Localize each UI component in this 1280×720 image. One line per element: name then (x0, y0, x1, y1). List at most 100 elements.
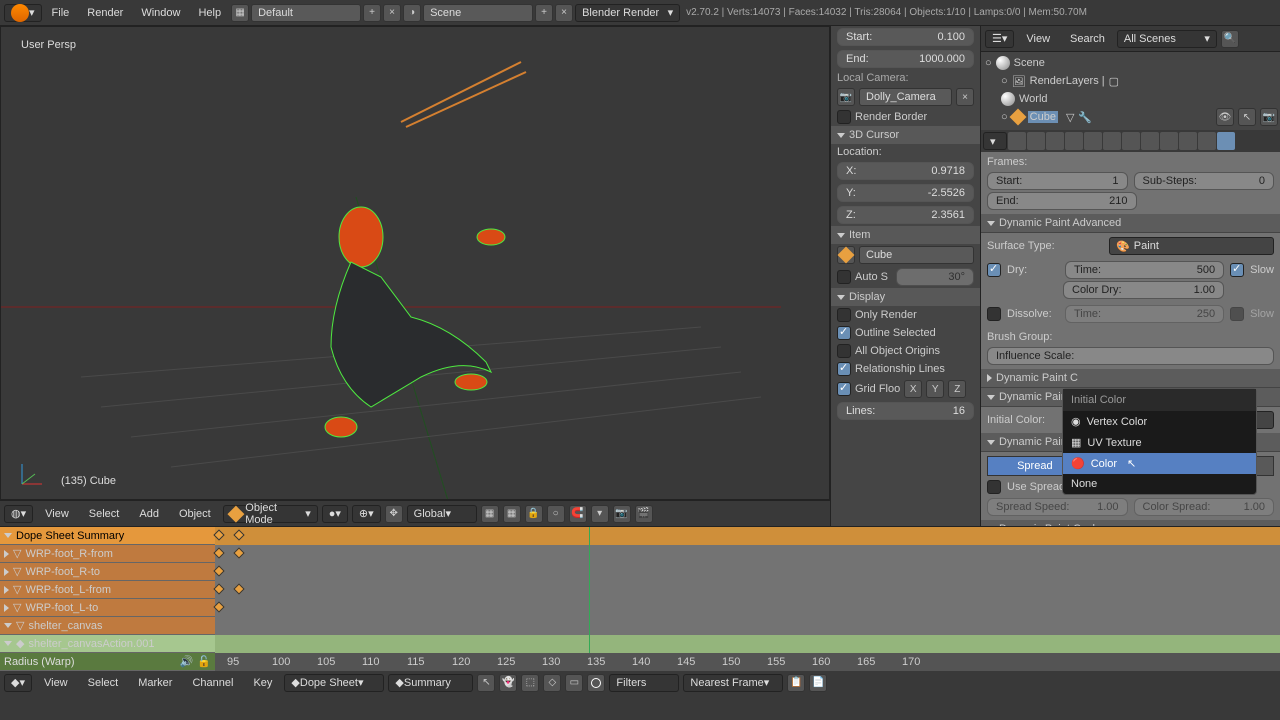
ds-sel-only-icon[interactable]: ↖ (477, 674, 495, 692)
dry-slow-chk[interactable] (1230, 263, 1244, 277)
outliner-type-dd[interactable]: ☰▾ (985, 30, 1014, 48)
tab-world[interactable] (1065, 132, 1083, 150)
menu-window[interactable]: Window (133, 3, 188, 23)
restrict-select-icon[interactable]: ↖ (1238, 108, 1256, 126)
3d-menu-view[interactable]: View (37, 504, 77, 524)
tab-constraints[interactable] (1103, 132, 1121, 150)
dry-chk[interactable] (987, 263, 1001, 277)
grid-lines[interactable]: Lines:16 (837, 402, 974, 420)
ds-group-icon[interactable]: ◇ (543, 674, 561, 692)
outliner-view[interactable]: View (1018, 29, 1058, 49)
tab-renderlayers[interactable] (1027, 132, 1045, 150)
time-ruler[interactable]: 95 100 105 110 115 120 125 130 135 140 1… (215, 653, 1280, 671)
speaker-icon[interactable]: 🔊 (180, 655, 194, 668)
panel-display[interactable]: Display (831, 288, 980, 306)
panel-item[interactable]: Item (831, 226, 980, 244)
outline-chk[interactable] (837, 326, 851, 340)
render-border-chk[interactable] (837, 110, 851, 124)
camera-browse-icon[interactable]: 📷 (837, 88, 855, 106)
3d-viewport[interactable]: User Persp (0, 26, 830, 500)
spread-speed[interactable]: Spread Speed:1.00 (987, 498, 1128, 516)
ds-copy-icon[interactable]: 📋 (787, 674, 805, 692)
cursor-z[interactable]: Z:2.3561 (837, 206, 974, 224)
tab-texture[interactable] (1179, 132, 1197, 150)
panel-dp-output[interactable]: Dynamic Paint C (981, 369, 1280, 388)
menu-help[interactable]: Help (190, 3, 229, 23)
lock-icon[interactable]: 🔓 (197, 655, 211, 668)
origins-chk[interactable] (837, 344, 851, 358)
use-spread-chk[interactable] (987, 480, 1001, 494)
popup-vertex-color[interactable]: ◉Vertex Color (1063, 411, 1256, 432)
menu-file[interactable]: File (44, 3, 78, 23)
opengl-render-icon[interactable]: 📷 (613, 505, 631, 523)
panel-dp-advanced[interactable]: Dynamic Paint Advanced (981, 214, 1280, 233)
tree-renderlayers[interactable]: ○🖼RenderLayers |▢ (983, 72, 1278, 90)
tab-scene[interactable] (1046, 132, 1064, 150)
tab-data[interactable] (1141, 132, 1159, 150)
tree-world[interactable]: World (983, 90, 1278, 108)
autosmooth-chk[interactable] (837, 270, 851, 284)
outliner-search[interactable]: Search (1062, 29, 1113, 49)
color-dry[interactable]: Color Dry:1.00 (1063, 281, 1224, 299)
dissolve-time[interactable]: Time:250 (1065, 305, 1224, 323)
outliner-filter-dd[interactable]: All Scenes▾ (1117, 30, 1217, 48)
local-camera-field[interactable]: Dolly_Camera (859, 88, 952, 106)
ds-editor-dd[interactable]: ◆▾ (4, 674, 32, 692)
3d-menu-object[interactable]: Object (171, 504, 219, 524)
tab-render[interactable] (1008, 132, 1026, 150)
add-layout-icon[interactable]: + (363, 4, 381, 22)
3d-menu-select[interactable]: Select (81, 504, 128, 524)
item-name-field[interactable]: Cube (859, 246, 974, 264)
del-layout-icon[interactable]: × (383, 4, 401, 22)
panel-dp-cache[interactable]: Dynamic Paint Cache (981, 520, 1280, 526)
playhead[interactable] (589, 527, 590, 671)
channel-row[interactable]: ▽shelter_canvas (0, 617, 215, 635)
ds-nla-icon[interactable]: ▭ (565, 674, 583, 692)
dopesheet-track[interactable]: 135 95 100 105 110 115 120 125 130 135 1… (215, 527, 1280, 671)
shading-dd[interactable]: ●▾ (322, 505, 348, 523)
nfield-end[interactable]: End:1000.000 (837, 50, 974, 68)
screen-layout-field[interactable]: Default (251, 4, 361, 22)
opengl-anim-icon[interactable]: 🎬 (635, 505, 653, 523)
snap-toggle[interactable]: 🧲 (569, 505, 587, 523)
cursor-x[interactable]: X:0.9718 (837, 162, 974, 180)
surface-type-dd[interactable]: 🎨Paint (1109, 237, 1274, 255)
add-scene-icon[interactable]: + (535, 4, 553, 22)
ds-paste-icon[interactable]: 📄 (809, 674, 827, 692)
ds-hidden-icon[interactable]: 👻 (499, 674, 517, 692)
channel-action[interactable]: ◆shelter_canvasAction.001 (0, 635, 215, 653)
tab-physics[interactable] (1217, 132, 1235, 150)
dissolve-chk[interactable] (987, 307, 1001, 321)
snap-type-dd[interactable]: ▾ (591, 505, 609, 523)
tree-cube[interactable]: ○Cube▽🔧 👁↖📷 (983, 108, 1278, 126)
ds-errors-icon[interactable]: ⬚ (521, 674, 539, 692)
axis-y-btn[interactable]: Y (926, 380, 944, 398)
editor-type-3dview[interactable]: ◍▾ (4, 505, 33, 523)
channel-row[interactable]: ▽WRP-foot_R-to (0, 563, 215, 581)
ds-mode-dd[interactable]: ◆ Dope Sheet ▾ (284, 674, 384, 692)
channel-list[interactable]: Dope Sheet Summary ▽WRP-foot_R-from ▽WRP… (0, 527, 215, 671)
dry-time[interactable]: Time:500 (1065, 261, 1224, 279)
ds-filter-icon[interactable] (587, 674, 605, 692)
channel-row[interactable]: ▽WRP-foot_L-from (0, 581, 215, 599)
render-engine-dd[interactable]: Blender Render▾ (575, 4, 680, 22)
search-icon[interactable]: 🔍 (1221, 30, 1239, 48)
tab-particles[interactable] (1198, 132, 1216, 150)
layers-1[interactable]: ▦ (481, 505, 499, 523)
channel-row[interactable]: ▽WRP-foot_L-to (0, 599, 215, 617)
clear-camera-icon[interactable]: × (956, 88, 974, 106)
substeps[interactable]: Sub-Steps:0 (1134, 172, 1275, 190)
rel-lines-chk[interactable] (837, 362, 851, 376)
proportional-dd[interactable]: ○ (547, 505, 565, 523)
lock-to-scene-icon[interactable]: 🔒 (525, 505, 543, 523)
axis-x-btn[interactable]: X (904, 380, 922, 398)
menu-render[interactable]: Render (79, 3, 131, 23)
ds-key[interactable]: Key (245, 673, 280, 693)
tree-scene[interactable]: ○Scene (983, 54, 1278, 72)
ds-summary-dd[interactable]: ◆ Summary (388, 674, 473, 692)
ds-select[interactable]: Select (80, 673, 127, 693)
manipulator-toggle[interactable]: ✥ (385, 505, 403, 523)
channel-row[interactable]: ▽WRP-foot_R-from (0, 545, 215, 563)
grid-floor-chk[interactable] (837, 382, 851, 396)
ds-filters-dd[interactable]: Filters (609, 674, 679, 692)
